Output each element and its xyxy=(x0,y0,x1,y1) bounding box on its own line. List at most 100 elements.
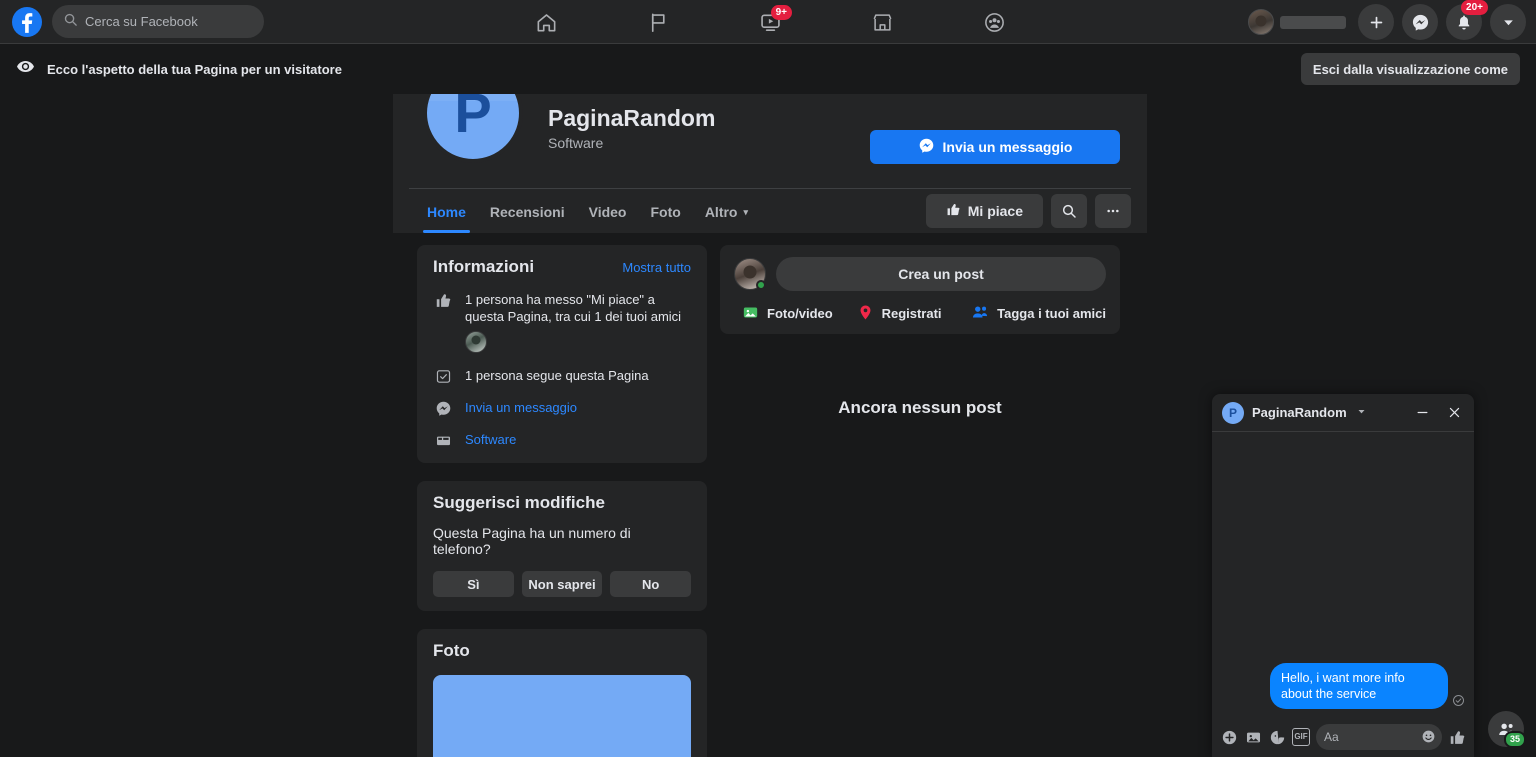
thumbs-up-icon[interactable] xyxy=(1448,728,1466,746)
info-row-category[interactable]: Software xyxy=(433,431,691,449)
photo-icon[interactable] xyxy=(1244,728,1262,746)
eye-icon xyxy=(16,57,35,81)
post-composer: Crea un post Foto/video Registrati Tagga… xyxy=(720,245,1120,334)
page-title: PaginaRandom xyxy=(548,105,716,131)
tab-altro[interactable]: Altro ▾ xyxy=(693,191,760,233)
nav-groups-icon[interactable] xyxy=(968,4,1020,40)
tab-home-label: Home xyxy=(427,204,466,220)
chat-close-button[interactable] xyxy=(1442,401,1466,425)
info-likes-text: 1 persona ha messo "Mi piace" a questa P… xyxy=(465,292,682,324)
photos-card-title: Foto xyxy=(433,641,470,660)
page-category: Software xyxy=(548,135,604,151)
composer-photo-video-label: Foto/video xyxy=(767,306,833,321)
search-input[interactable]: Cerca su Facebook xyxy=(52,5,264,38)
facebook-page-screen: Cerca su Facebook 9+ 20+ Ecco l'aspetto … xyxy=(0,0,1536,757)
contacts-button[interactable]: 35 xyxy=(1488,711,1526,748)
like-button-label: Mi piace xyxy=(967,203,1023,219)
thumbs-up-icon xyxy=(433,291,453,309)
tab-foto[interactable]: Foto xyxy=(638,191,692,233)
friend-avatar[interactable] xyxy=(465,331,487,353)
more-options-button[interactable] xyxy=(1095,194,1131,228)
chat-message-row: Hello, i want more info about the servic… xyxy=(1270,663,1464,709)
chevron-down-icon[interactable] xyxy=(1357,407,1366,419)
emoji-smiley-icon[interactable] xyxy=(1421,729,1436,747)
tab-recensioni[interactable]: Recensioni xyxy=(478,191,577,233)
chat-input-placeholder: Aa xyxy=(1324,730,1339,744)
view-as-banner: Ecco l'aspetto della tua Pagina per un v… xyxy=(0,44,1536,94)
tab-video-label: Video xyxy=(588,204,627,220)
watch-badge: 9+ xyxy=(770,5,792,20)
suggest-no-button[interactable]: No xyxy=(610,571,692,597)
nav-home-icon[interactable] xyxy=(520,4,572,40)
create-post-input[interactable]: Crea un post xyxy=(776,257,1106,291)
location-pin-icon xyxy=(857,304,874,324)
tab-foto-label: Foto xyxy=(650,204,681,220)
info-row-message[interactable]: Invia un messaggio xyxy=(433,399,691,417)
center-navigation: 9+ xyxy=(480,0,1060,44)
info-message-link[interactable]: Invia un messaggio xyxy=(465,399,577,416)
chevron-down-icon: ▾ xyxy=(743,206,749,217)
thumbs-up-icon xyxy=(946,202,961,220)
nav-marketplace-icon[interactable] xyxy=(856,4,908,40)
messenger-button[interactable] xyxy=(1402,4,1438,40)
chat-window: P PaginaRandom Hello, i want more info a… xyxy=(1212,394,1474,757)
create-button[interactable] xyxy=(1358,4,1394,40)
composer-photo-video-button[interactable]: Foto/video xyxy=(734,303,849,324)
sticker-icon[interactable] xyxy=(1268,728,1286,746)
page-search-button[interactable] xyxy=(1051,194,1087,228)
composer-top-row: Crea un post xyxy=(734,257,1106,291)
chat-input[interactable]: Aa xyxy=(1316,724,1442,750)
tab-home[interactable]: Home xyxy=(415,191,478,233)
avatar xyxy=(1248,9,1274,35)
info-row-followers: 1 persona segue questa Pagina xyxy=(433,367,691,385)
chat-message-list[interactable]: Hello, i want more info about the servic… xyxy=(1212,432,1474,717)
account-chip[interactable] xyxy=(1248,9,1350,35)
exit-view-as-button[interactable]: Esci dalla visualizzazione come xyxy=(1300,53,1520,85)
chat-minimize-button[interactable] xyxy=(1410,401,1434,425)
info-card-title: Informazioni xyxy=(433,257,535,276)
photos-card: Foto P xyxy=(417,629,707,757)
nav-flag-icon[interactable] xyxy=(632,4,684,40)
chat-composer: GIF Aa xyxy=(1212,717,1474,757)
followers-check-icon xyxy=(433,367,453,385)
info-card: Informazioni Mostra tutto 1 persona ha m… xyxy=(417,245,707,463)
account-name-redacted xyxy=(1280,15,1346,29)
left-column: Informazioni Mostra tutto 1 persona ha m… xyxy=(417,245,707,757)
empty-feed-message: Ancora nessun post xyxy=(838,398,1002,417)
header-divider xyxy=(409,188,1131,189)
nav-watch-icon[interactable]: 9+ xyxy=(744,4,796,40)
chat-avatar[interactable]: P xyxy=(1222,401,1244,424)
account-menu-button[interactable] xyxy=(1490,4,1526,40)
sent-check-icon xyxy=(1453,695,1464,706)
chat-contact-name[interactable]: PaginaRandom xyxy=(1252,405,1347,420)
plus-circle-icon[interactable] xyxy=(1220,728,1238,746)
info-category-link[interactable]: Software xyxy=(465,431,516,448)
suggest-unknown-button[interactable]: Non saprei xyxy=(521,571,603,597)
info-card-header: Informazioni Mostra tutto xyxy=(433,257,691,277)
suggest-yes-button[interactable]: Sì xyxy=(433,571,514,597)
tab-video[interactable]: Video xyxy=(577,191,639,233)
composer-tag-friends-button[interactable]: Tagga i tuoi amici xyxy=(963,303,1106,324)
notifications-button[interactable]: 20+ xyxy=(1446,0,1488,40)
search-placeholder: Cerca su Facebook xyxy=(85,14,198,29)
messenger-icon xyxy=(918,137,935,157)
view-as-message: Ecco l'aspetto della tua Pagina per un v… xyxy=(16,57,342,81)
composer-checkin-button[interactable]: Registrati xyxy=(849,303,964,324)
chat-message-bubble: Hello, i want more info about the servic… xyxy=(1270,663,1448,709)
main-feed-column: Crea un post Foto/video Registrati Tagga… xyxy=(720,245,1120,418)
contacts-badge: 35 xyxy=(1503,731,1526,748)
info-show-all-link[interactable]: Mostra tutto xyxy=(622,260,691,275)
like-button[interactable]: Mi piace xyxy=(925,194,1043,228)
header-action-buttons: Mi piace xyxy=(925,194,1131,228)
suggest-edits-card: Suggerisci modifiche Questa Pagina ha un… xyxy=(417,481,707,611)
info-row-likes: 1 persona ha messo "Mi piace" a questa P… xyxy=(433,291,691,353)
composer-checkin-label: Registrati xyxy=(881,306,942,321)
composer-actions: Foto/video Registrati Tagga i tuoi amici xyxy=(734,303,1106,324)
account-controls: 20+ xyxy=(1248,0,1526,44)
facebook-logo-icon[interactable] xyxy=(12,6,42,37)
photo-letter: P xyxy=(512,738,612,757)
tab-recensioni-label: Recensioni xyxy=(489,204,565,220)
gif-icon[interactable]: GIF xyxy=(1292,728,1310,746)
photo-thumbnail[interactable]: P xyxy=(433,675,691,757)
send-message-button[interactable]: Invia un messaggio xyxy=(870,130,1120,164)
